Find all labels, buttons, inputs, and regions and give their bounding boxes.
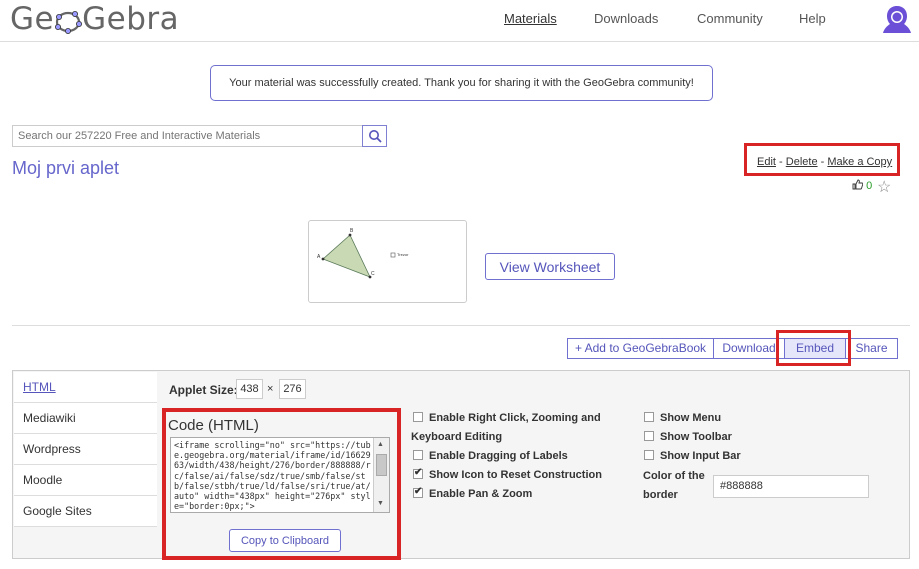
embed-tabs: HTML Mediawiki Wordpress Moodle Google S… — [14, 372, 157, 527]
thumbs-up-icon — [852, 179, 864, 190]
user-avatar-icon[interactable] — [879, 2, 915, 38]
geogebra-logo[interactable]: Ge Gebra — [10, 0, 179, 38]
embed-highlight — [776, 330, 851, 366]
checkbox-drag-labels[interactable] — [413, 450, 423, 460]
logo-ellipse-icon — [55, 11, 83, 34]
checkbox-show-menu[interactable] — [644, 412, 654, 422]
border-color-label: Color of the — [643, 470, 705, 482]
favorite-star-icon[interactable]: ☆ — [877, 177, 891, 197]
search-button[interactable] — [362, 125, 387, 147]
delete-link[interactable]: Delete — [786, 156, 818, 168]
checkbox-show-toolbar[interactable] — [644, 431, 654, 441]
checkbox-reset-icon[interactable] — [413, 467, 423, 479]
scroll-up-icon[interactable]: ▲ — [377, 441, 384, 448]
thumb-label-a: A — [317, 254, 321, 260]
border-color-label-line2: border — [643, 489, 678, 501]
applet-size-label: Applet Size: — [169, 383, 238, 397]
view-worksheet-button[interactable]: View Worksheet — [485, 253, 615, 280]
like-count: 0 — [866, 180, 873, 192]
tab-html[interactable]: HTML — [14, 372, 157, 403]
option-right-click-line2: Keyboard Editing — [411, 431, 503, 443]
option-show-menu[interactable]: Show Menu — [644, 412, 721, 424]
size-times: × — [267, 383, 274, 395]
option-reset-icon[interactable]: Show Icon to Reset Construction — [413, 467, 602, 481]
embed-code-textarea[interactable]: <iframe scrolling="no" src="https://tube… — [170, 437, 390, 513]
nav-downloads[interactable]: Downloads — [594, 11, 658, 26]
option-pan-zoom[interactable]: Enable Pan & Zoom — [413, 486, 532, 500]
success-notice: Your material was successfully created. … — [210, 65, 713, 101]
applet-thumbnail[interactable]: A B C Trezor — [308, 220, 467, 303]
border-color-input[interactable]: #888888 — [713, 475, 869, 498]
make-copy-link[interactable]: Make a Copy — [827, 156, 892, 168]
search-input[interactable] — [12, 125, 363, 147]
share-button[interactable]: Share — [845, 338, 898, 359]
option-show-toolbar[interactable]: Show Toolbar — [644, 431, 732, 443]
thumb-label-c: C — [371, 271, 375, 277]
nav-materials[interactable]: Materials — [504, 11, 557, 26]
option-drag-labels[interactable]: Enable Dragging of Labels — [413, 450, 568, 462]
search-icon — [368, 130, 382, 143]
section-divider — [12, 325, 910, 326]
edit-link[interactable]: Edit — [757, 156, 776, 168]
download-button[interactable]: Download — [713, 338, 785, 359]
like-button[interactable]: 0 — [852, 179, 872, 192]
nav-community[interactable]: Community — [697, 11, 763, 26]
tab-google-sites[interactable]: Google Sites — [14, 496, 157, 527]
add-to-book-button[interactable]: + Add to GeoGebraBook — [567, 338, 714, 359]
edit-sep-1: - — [779, 156, 783, 168]
tab-mediawiki[interactable]: Mediawiki — [14, 403, 157, 434]
tab-wordpress[interactable]: Wordpress — [14, 434, 157, 465]
applet-width-input[interactable]: 438 — [236, 379, 263, 399]
nav-help[interactable]: Help — [799, 11, 826, 26]
copy-to-clipboard-button[interactable]: Copy to Clipboard — [229, 529, 341, 552]
code-title: Code (HTML) — [168, 417, 259, 434]
checkbox-show-input-bar[interactable] — [644, 450, 654, 460]
checkbox-right-click[interactable] — [413, 412, 423, 422]
thumb-checkbox-label: Trezor — [397, 252, 409, 257]
logo-text-right: Gebra — [82, 1, 180, 37]
scroll-down-icon[interactable]: ▼ — [377, 500, 384, 507]
tab-moodle[interactable]: Moodle — [14, 465, 157, 496]
thumb-label-b: B — [350, 228, 354, 234]
edit-sep-2: - — [820, 156, 825, 168]
triangle-preview — [321, 233, 396, 279]
checkbox-pan-zoom[interactable] — [413, 486, 423, 498]
option-right-click[interactable]: Enable Right Click, Zooming and — [413, 412, 601, 424]
scroll-thumb[interactable] — [376, 454, 387, 476]
code-scrollbar[interactable]: ▲ ▼ — [373, 438, 389, 512]
option-show-input-bar[interactable]: Show Input Bar — [644, 450, 741, 462]
site-header: Ge Gebra Materials Downloads Community He… — [0, 0, 919, 42]
logo-text-left: Ge — [10, 1, 55, 37]
applet-height-input[interactable]: 276 — [279, 379, 306, 399]
edit-links: Edit - Delete - Make a Copy — [757, 156, 892, 168]
material-title: Moj prvi aplet — [12, 158, 120, 178]
